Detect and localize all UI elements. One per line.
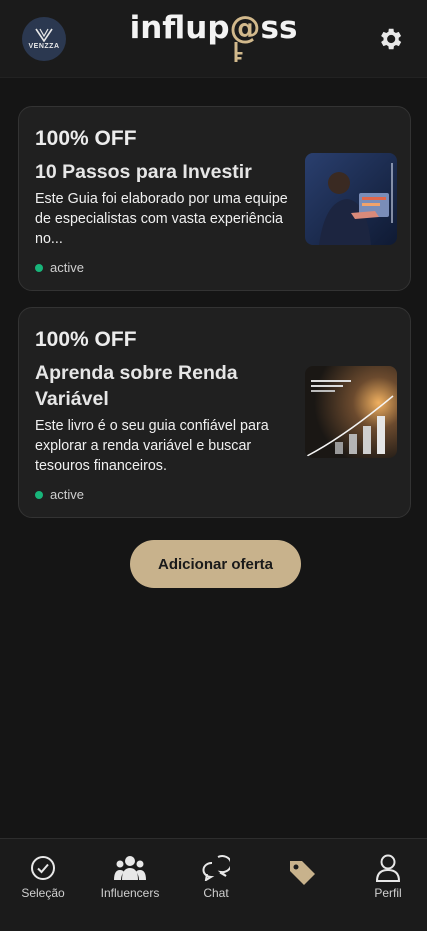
logo-prefix: influp <box>129 10 230 46</box>
offer-description: Este Guia foi elaborado por uma equipe d… <box>35 191 288 247</box>
tag-icon <box>290 861 315 885</box>
add-offer-button[interactable]: Adicionar oferta <box>130 540 301 588</box>
nav-item-influencers[interactable]: Influencers <box>96 839 164 931</box>
offer-card[interactable]: 100% OFF Aprenda sobre Renda Variável Es… <box>18 307 411 518</box>
nav-label: Influencers <box>100 886 160 900</box>
chat-icon <box>202 855 230 881</box>
gear-icon[interactable] <box>376 25 404 53</box>
nav-label: Seleção <box>21 886 65 900</box>
nav-item-perfil[interactable]: Perfil <box>358 839 418 931</box>
status-badge: active <box>35 487 84 502</box>
offer-title: 10 Passos para Investir <box>35 161 252 183</box>
top-header: VENZZA influp@ss <box>0 0 427 78</box>
status-dot-icon <box>35 490 43 499</box>
offer-thumbnail-image <box>305 366 397 458</box>
nav-label: Chat <box>203 886 229 900</box>
nav-item-ofertas[interactable] <box>272 839 332 931</box>
bottom-nav: Seleção Influencers Chat Perfil <box>0 838 427 931</box>
offer-discount: 100% OFF <box>35 328 137 351</box>
offer-title: Aprenda sobre Renda Variável <box>35 362 238 410</box>
user-icon <box>375 854 401 882</box>
logo-at: @ <box>229 10 261 46</box>
check-circle-icon <box>31 856 55 880</box>
offer-thumbnail-image <box>305 153 397 245</box>
status-text: active <box>50 260 84 275</box>
offer-thumbnail <box>305 153 397 245</box>
offer-discount: 100% OFF <box>35 127 137 150</box>
status-dot-icon <box>35 263 43 272</box>
logo-suffix: ss <box>260 10 298 46</box>
nav-item-selecao[interactable]: Seleção <box>13 839 73 931</box>
app-logo: influp@ss <box>0 10 427 46</box>
offer-card[interactable]: 100% OFF 10 Passos para Investir Este Gu… <box>18 106 411 291</box>
offer-thumbnail <box>305 366 397 458</box>
status-badge: active <box>35 260 84 275</box>
offer-description: Este livro é o seu guia confiável para e… <box>35 418 269 474</box>
key-icon <box>234 42 243 62</box>
users-icon <box>114 856 146 880</box>
status-text: active <box>50 487 84 502</box>
nav-item-chat[interactable]: Chat <box>186 839 246 931</box>
nav-label: Perfil <box>374 886 402 900</box>
